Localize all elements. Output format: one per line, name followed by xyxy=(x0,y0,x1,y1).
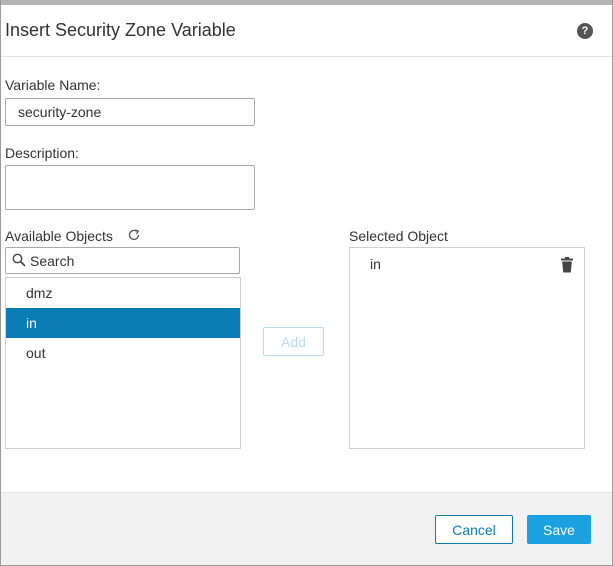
search-input[interactable] xyxy=(30,249,235,272)
dialog-header: Insert Security Zone Variable ? xyxy=(1,5,612,57)
description-input[interactable] xyxy=(5,165,255,210)
list-item-out[interactable]: out xyxy=(6,338,240,368)
selected-objects-list: in xyxy=(349,247,585,449)
trash-icon[interactable] xyxy=(560,257,574,273)
search-icon xyxy=(12,253,26,267)
add-button[interactable]: Add xyxy=(263,327,324,356)
save-button[interactable]: Save xyxy=(527,515,591,544)
selected-item-label: in xyxy=(370,256,381,272)
list-item-in[interactable]: in xyxy=(6,308,240,338)
insert-variable-dialog: Insert Security Zone Variable ? Variable… xyxy=(0,0,613,566)
available-objects-label: Available Objects xyxy=(5,228,113,244)
variable-name-input[interactable] xyxy=(5,98,255,126)
description-label: Description: xyxy=(5,145,79,161)
dialog-title: Insert Security Zone Variable xyxy=(5,20,236,40)
search-box[interactable] xyxy=(5,247,240,274)
list-item-dmz[interactable]: dmz xyxy=(6,278,240,308)
refresh-icon[interactable] xyxy=(127,228,141,242)
selected-item-in[interactable]: in xyxy=(350,251,584,277)
variable-name-label: Variable Name: xyxy=(5,77,101,93)
available-objects-list: dmz in out xyxy=(5,277,241,449)
selected-object-label: Selected Object xyxy=(349,228,448,244)
dialog-footer: Cancel Save xyxy=(1,492,612,565)
question-circle-icon[interactable]: ? xyxy=(577,23,593,39)
cancel-button[interactable]: Cancel xyxy=(435,515,513,544)
